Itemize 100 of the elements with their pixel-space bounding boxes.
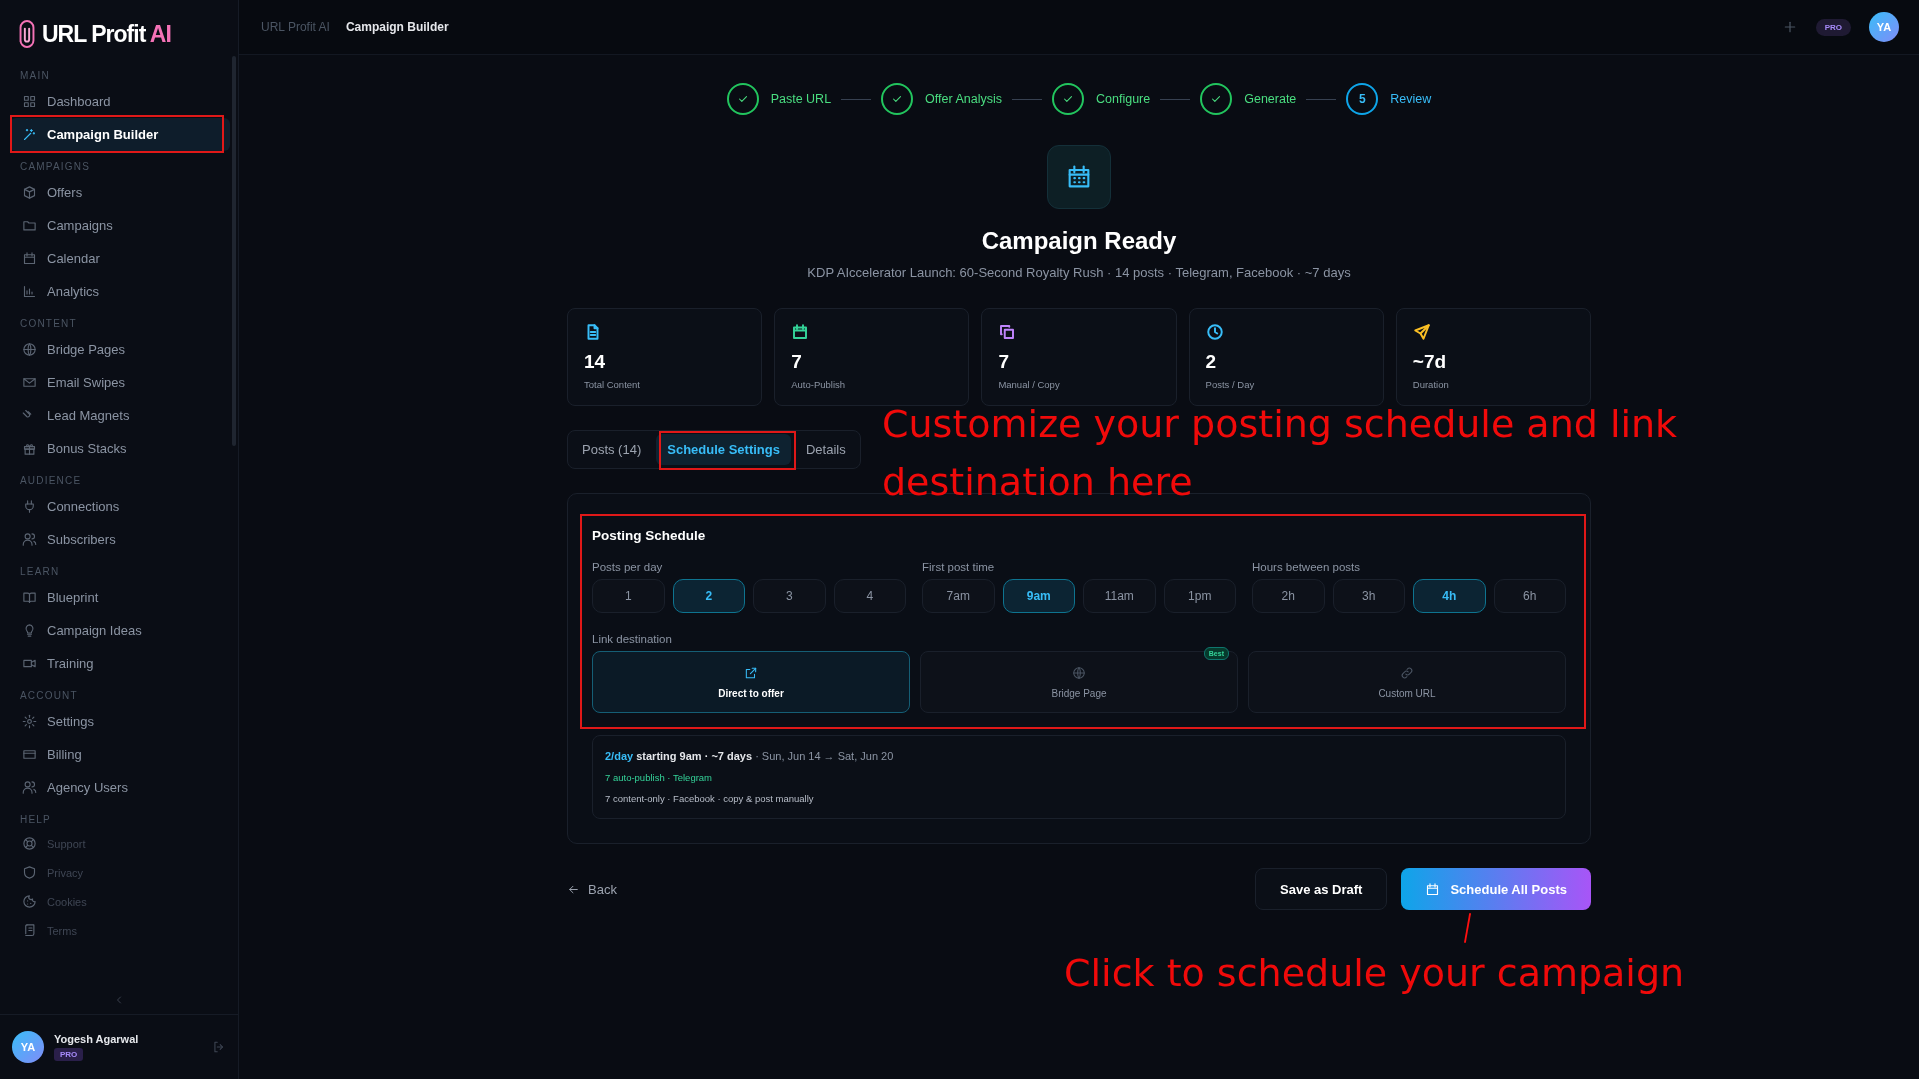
- mail-icon: [22, 375, 37, 390]
- sidebar-item[interactable]: Connections: [10, 490, 230, 523]
- field-label: Link destination: [592, 633, 673, 645]
- manual-note: 7 content-only · Facebook · copy & post manually: [605, 793, 815, 804]
- save-draft-button[interactable]: Save as Draft: [1255, 868, 1388, 910]
- calendar-icon: [22, 251, 37, 266]
- cookie-icon: [22, 894, 37, 909]
- sidebar-item[interactable]: Offers: [10, 176, 230, 209]
- lightbulb-icon: [22, 623, 37, 638]
- option-button[interactable]: 4h: [1413, 579, 1486, 613]
- sidebar-item[interactable]: Dashboard: [10, 85, 230, 118]
- external-link-icon: [744, 665, 758, 680]
- logo[interactable]: URL Profit AI: [0, 0, 171, 54]
- box-icon: [22, 185, 37, 200]
- option-button[interactable]: 3: [753, 579, 826, 613]
- calendar-icon: [1425, 881, 1441, 897]
- sidebar-item[interactable]: Analytics: [10, 275, 230, 308]
- option-button[interactable]: 6h: [1493, 579, 1566, 613]
- tab[interactable]: Details: [794, 434, 857, 465]
- stat-label: Total Content: [584, 379, 641, 390]
- option-button[interactable]: 3h: [1332, 579, 1405, 613]
- tab[interactable]: Schedule Settings: [656, 434, 791, 465]
- sidebar-item[interactable]: Agency Users: [10, 771, 230, 804]
- breadcrumb-current: Campaign Builder: [345, 20, 449, 34]
- credit-card-icon: [22, 747, 37, 762]
- users-icon: [22, 780, 37, 795]
- wizard-step: Generate: [1200, 83, 1297, 115]
- section-heading: MAIN: [19, 69, 51, 83]
- lifebuoy-icon: [22, 836, 37, 851]
- stat-value: ~7d: [1412, 351, 1448, 373]
- sidebar-item[interactable]: Settings: [10, 705, 230, 738]
- sidebar-item[interactable]: Blueprint: [10, 581, 230, 614]
- option-button[interactable]: 7am: [922, 579, 995, 613]
- dashboard-icon: [22, 94, 37, 109]
- schedule-button[interactable]: Schedule All Posts: [1401, 868, 1591, 910]
- section-heading: HELP: [19, 813, 52, 827]
- wizard-step: 5 Review: [1346, 83, 1432, 115]
- annotation-text: Customize your posting schedule and link destination here: [882, 401, 1679, 506]
- step-indicator: 5: [1346, 83, 1379, 115]
- option-button[interactable]: 2h: [1252, 579, 1325, 613]
- globe-icon: [22, 342, 37, 357]
- option-button[interactable]: 1pm: [1163, 579, 1236, 613]
- magic-wand-icon: [22, 127, 37, 142]
- section-title: Posting Schedule: [592, 528, 707, 543]
- destination-option[interactable]: Direct to offer: [592, 651, 910, 713]
- section-heading: CONTENT: [19, 317, 78, 331]
- stat-value: 7: [998, 351, 1010, 373]
- sidebar-item[interactable]: Bridge Pages: [10, 333, 230, 366]
- tab[interactable]: Posts (14): [571, 434, 653, 465]
- wizard-step: Configure: [1052, 83, 1151, 115]
- link-icon: [1400, 665, 1414, 680]
- user-name: Yogesh Agarwal: [54, 1033, 139, 1045]
- section-heading: AUDIENCE: [19, 474, 83, 488]
- sidebar-item[interactable]: Email Swipes: [10, 366, 230, 399]
- sidebar-item[interactable]: Campaign Builder: [10, 118, 230, 151]
- back-button[interactable]: Back: [567, 877, 617, 901]
- sidebar-item[interactable]: Campaigns: [10, 209, 230, 242]
- scroll-icon: [22, 923, 37, 938]
- bar-chart-icon: [22, 284, 37, 299]
- users-icon: [22, 532, 37, 547]
- stat-label: Manual / Copy: [998, 379, 1061, 390]
- calendar-icon: [1047, 145, 1111, 209]
- book-icon: [22, 590, 37, 605]
- stat-value: 2: [1205, 351, 1218, 373]
- globe-icon: [1072, 665, 1086, 680]
- shield-icon: [22, 865, 37, 880]
- section-heading: ACCOUNT: [19, 689, 79, 703]
- wizard-step: Paste URL: [726, 83, 832, 115]
- stat-value: 14: [584, 351, 607, 373]
- annotation-text: Click to schedule your campaign: [1064, 950, 1685, 997]
- plug-icon: [22, 499, 37, 514]
- page-title: Campaign Ready: [981, 227, 1177, 255]
- sidebar-item[interactable]: Subscribers: [10, 523, 230, 556]
- plan-badge: PRO: [1815, 18, 1851, 36]
- stat-label: Auto-Publish: [791, 379, 847, 390]
- gift-icon: [22, 441, 37, 456]
- sidebar-item[interactable]: Calendar: [10, 242, 230, 275]
- section-heading: LEARN: [19, 565, 61, 579]
- auto-publish-note: 7 auto-publish · Telegram: [605, 772, 714, 783]
- section-heading: CAMPAIGNS: [19, 160, 92, 174]
- stat-label: Posts / Day: [1205, 379, 1256, 390]
- sidebar-item[interactable]: Training: [10, 647, 230, 680]
- field-label: Posts per day: [592, 561, 664, 573]
- campaign-summary: KDP AIccelerator Launch: 60-Second Royalty Rush · 14 posts · Telegram, Facebook · ~7 days: [807, 265, 1351, 280]
- sidebar-item[interactable]: Bonus Stacks: [10, 432, 230, 465]
- option-button[interactable]: 11am: [1083, 579, 1156, 613]
- destination-option[interactable]: Custom URL: [1248, 651, 1566, 713]
- folder-icon: [22, 218, 37, 233]
- sidebar-item[interactable]: Lead Magnets: [10, 399, 230, 432]
- option-button[interactable]: 4: [833, 579, 906, 613]
- sidebar-item[interactable]: Billing: [10, 738, 230, 771]
- stat-value: 7: [791, 351, 803, 373]
- logout-icon[interactable]: [212, 1040, 226, 1054]
- plan-badge: PRO: [54, 1048, 84, 1061]
- option-button[interactable]: 9am: [1002, 579, 1075, 613]
- schedule-overview: 2/day starting 9am · ~7 days · Sun, Jun 14 → Sat, Jun 20: [605, 750, 895, 762]
- option-button[interactable]: 1: [592, 579, 665, 613]
- option-button[interactable]: 2: [672, 579, 745, 613]
- sidebar-item[interactable]: Campaign Ideas: [10, 614, 230, 647]
- field-label: First post time: [922, 561, 996, 573]
